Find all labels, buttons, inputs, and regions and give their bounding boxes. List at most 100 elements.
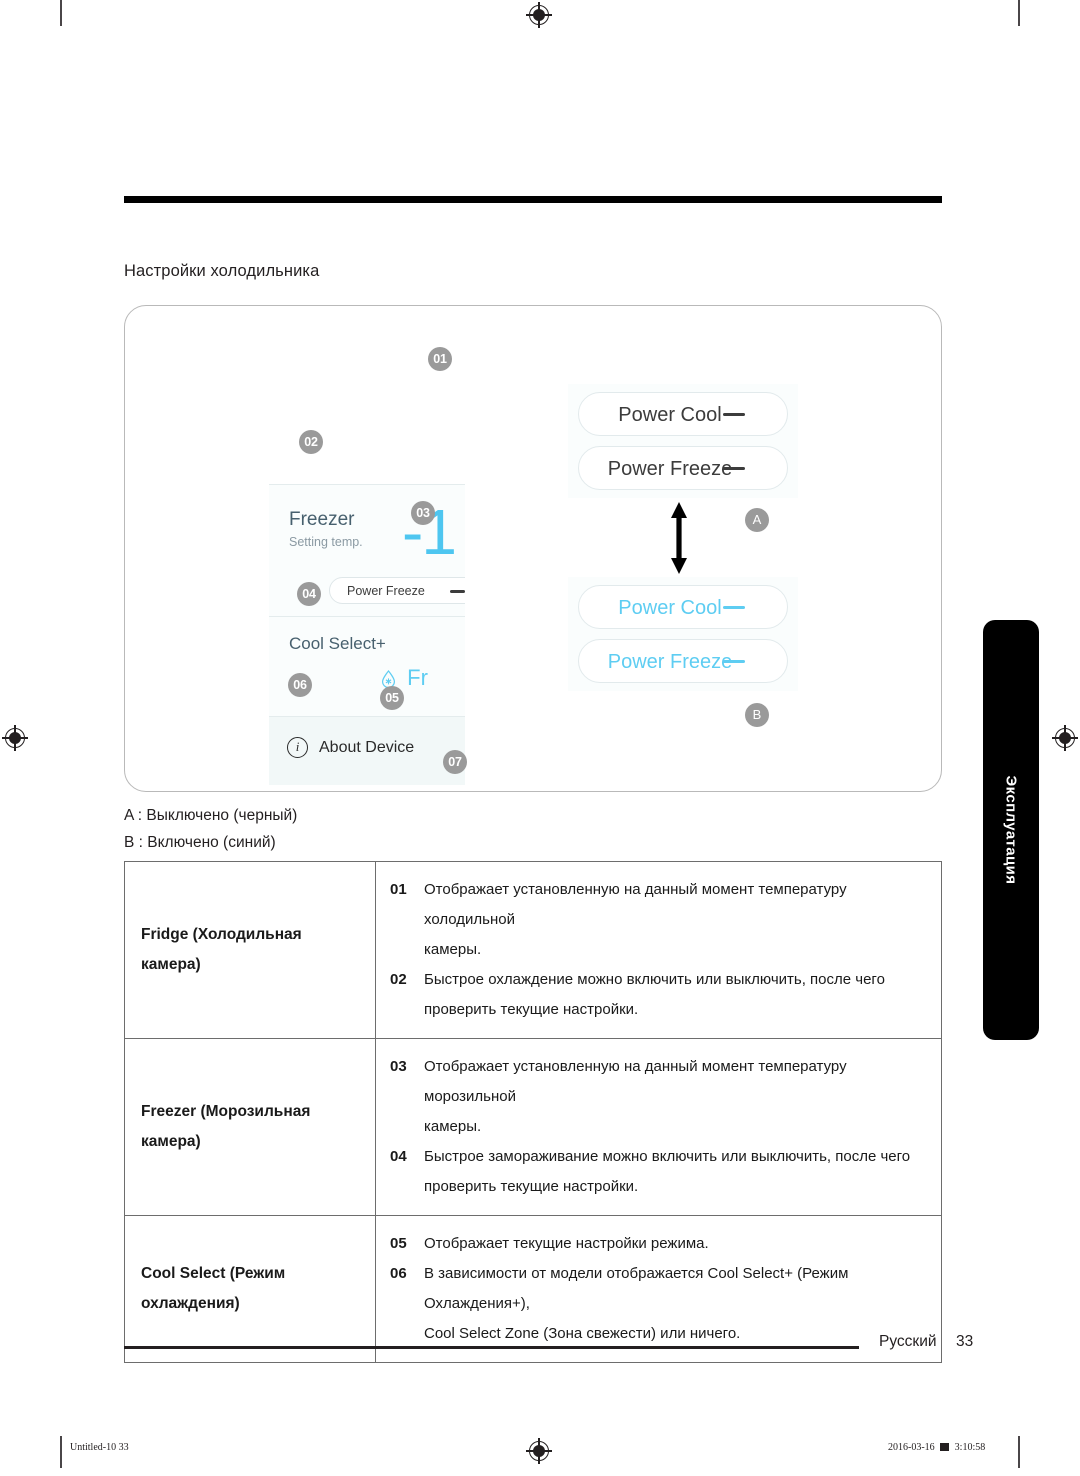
app-settings-card: Freezer Setting temp. -1 Power Freeze Co… — [269, 484, 465, 785]
info-icon: i — [287, 737, 308, 758]
desc-number: 03 — [390, 1058, 407, 1075]
feature-description-table: Fridge (Холодильная камера) 01 Отображае… — [124, 861, 942, 1363]
desc-number: 05 — [390, 1235, 407, 1252]
row-label-line2: камера) — [141, 1133, 201, 1150]
illustration-panel: Freezer Setting temp. -1 Power Freeze Co… — [124, 305, 942, 792]
app-row-cool-select: Cool Select+ Fr — [269, 617, 465, 717]
desc-item: 03 Отображает установленную на данный мо… — [390, 1052, 929, 1112]
print-slug-timestamp: 2016-03-16 3:10:58 — [888, 1442, 985, 1453]
unrenderable-glyph-icon — [940, 1443, 950, 1451]
desc-text-cont: проверить текущие настройки. — [424, 1178, 639, 1195]
callout-badge-02: 02 — [299, 430, 323, 454]
callout-badge-06: 06 — [288, 673, 312, 697]
desc-text: Отображает установленную на данный момен… — [424, 881, 847, 928]
desc-text: Быстрое охлаждение можно включить или вы… — [424, 971, 885, 988]
crop-mark-top-right — [1018, 0, 1020, 26]
power-freeze-small-label: Power Freeze — [347, 584, 425, 598]
row-desc-freezer: 03 Отображает установленную на данный мо… — [375, 1038, 942, 1216]
section-caption: Настройки холодильника — [124, 262, 320, 280]
desc-item-cont: Cool Select Zone (Зона свежести) или нич… — [390, 1319, 929, 1349]
toggle-dash-icon — [450, 590, 465, 593]
power-cool-toggle-off[interactable]: Power Cool — [578, 392, 788, 436]
row-label-freezer: Freezer (Морозильная камера) — [124, 1038, 376, 1216]
callout-badge-03: 03 — [411, 501, 435, 525]
table-row: Freezer (Морозильная камера) 03 Отобража… — [124, 1038, 942, 1216]
toggle-group-off: Power Cool Power Freeze — [568, 384, 798, 498]
desc-item-cont: проверить текущие настройки. — [390, 995, 929, 1025]
section-divider-rule — [124, 196, 942, 203]
row-label-line1: Fridge (Холодильная — [141, 926, 302, 943]
desc-item-cont: камеры. — [390, 935, 929, 965]
registration-mark-top — [526, 2, 552, 28]
callout-badge-05: 05 — [380, 686, 404, 710]
freezer-title: Freezer — [289, 509, 355, 530]
toggle-dash-icon — [723, 660, 745, 664]
desc-item: 01 Отображает установленную на данный мо… — [390, 875, 929, 935]
page-number: 33 — [956, 1333, 974, 1350]
desc-number: 04 — [390, 1148, 407, 1165]
legend-line-b: B : Включено (синий) — [124, 834, 276, 851]
callout-badge-a: A — [745, 508, 769, 532]
crop-mark-top-left — [60, 0, 62, 26]
desc-item: 05 Отображает текущие настройки режима. — [390, 1229, 929, 1259]
row-desc-cool-select: 05 Отображает текущие настройки режима. … — [375, 1215, 942, 1363]
desc-text-cont: проверить текущие настройки. — [424, 1001, 639, 1018]
table-row: Fridge (Холодильная камера) 01 Отображае… — [124, 861, 942, 1039]
power-freeze-toggle-small[interactable]: Power Freeze — [329, 577, 465, 604]
print-slug-date: 2016-03-16 — [888, 1442, 935, 1453]
registration-mark-left — [2, 725, 28, 751]
callout-badge-01: 01 — [428, 347, 452, 371]
row-label-line2: камера) — [141, 956, 201, 973]
power-freeze-off-label: Power Freeze — [607, 458, 733, 480]
cool-select-title: Cool Select+ — [289, 634, 386, 653]
desc-number: 01 — [390, 881, 407, 898]
water-drop-icon — [381, 668, 396, 689]
fresh-mode-label: Fr — [407, 665, 428, 690]
toggle-group-on: Power Cool Power Freeze — [568, 577, 798, 691]
desc-text-cont: Cool Select Zone (Зона свежести) или нич… — [424, 1325, 741, 1342]
desc-text: Быстрое замораживание можно включить или… — [424, 1148, 911, 1165]
crop-mark-bottom-right — [1018, 1436, 1020, 1468]
desc-text: Отображает текущие настройки режима. — [424, 1235, 709, 1252]
toggle-dash-icon — [723, 413, 745, 417]
power-freeze-toggle-on[interactable]: Power Freeze — [578, 639, 788, 683]
row-desc-fridge: 01 Отображает установленную на данный мо… — [375, 861, 942, 1039]
state-legend: A : Выключено (черный) B : Включено (син… — [124, 802, 297, 856]
desc-text: Отображает установленную на данный момен… — [424, 1058, 847, 1105]
power-cool-toggle-on[interactable]: Power Cool — [578, 585, 788, 629]
desc-text-cont: камеры. — [424, 941, 482, 958]
registration-mark-right — [1052, 725, 1078, 751]
chapter-side-tab: Эксплуатация — [983, 620, 1039, 1040]
row-label-line2: охлаждения) — [141, 1295, 240, 1312]
callout-badge-07: 07 — [443, 750, 467, 774]
row-label-cool-select: Cool Select (Режим охлаждения) — [124, 1215, 376, 1363]
row-label-line1: Freezer (Морозильная — [141, 1103, 311, 1120]
freezer-subtitle: Setting temp. — [289, 535, 363, 549]
toggle-dash-icon — [723, 606, 745, 610]
callout-badge-04: 04 — [297, 582, 321, 606]
row-label-line1: Cool Select (Режим — [141, 1265, 286, 1282]
about-device-label: About Device — [319, 739, 415, 756]
legend-line-a: A : Выключено (черный) — [124, 807, 298, 824]
print-slug-filename: Untitled-10 33 — [70, 1442, 129, 1453]
desc-item-cont: камеры. — [390, 1112, 929, 1142]
app-row-about-device[interactable]: i About Device — [269, 717, 465, 785]
desc-item: 02 Быстрое охлаждение можно включить или… — [390, 965, 929, 995]
footer-language: Русский — [879, 1333, 937, 1350]
row-label-fridge: Fridge (Холодильная камера) — [124, 861, 376, 1039]
power-freeze-toggle-off[interactable]: Power Freeze — [578, 446, 788, 490]
desc-number: 02 — [390, 971, 407, 988]
desc-text: В зависимости от модели отображается Coo… — [424, 1265, 849, 1312]
table-row: Cool Select (Режим охлаждения) 05 Отобра… — [124, 1215, 942, 1363]
desc-item: 06 В зависимости от модели отображается … — [390, 1259, 929, 1319]
registration-mark-bottom — [526, 1438, 552, 1464]
crop-mark-bottom-left — [60, 1436, 62, 1468]
desc-text-cont: камеры. — [424, 1118, 482, 1135]
desc-number: 06 — [390, 1265, 407, 1282]
desc-item-cont: проверить текущие настройки. — [390, 1172, 929, 1202]
power-cool-off-label: Power Cool — [618, 404, 722, 426]
toggle-dash-icon — [723, 467, 745, 471]
footer-rule — [124, 1346, 859, 1349]
chapter-side-tab-label: Эксплуатация — [1002, 775, 1020, 885]
power-cool-on-label: Power Cool — [618, 597, 722, 619]
